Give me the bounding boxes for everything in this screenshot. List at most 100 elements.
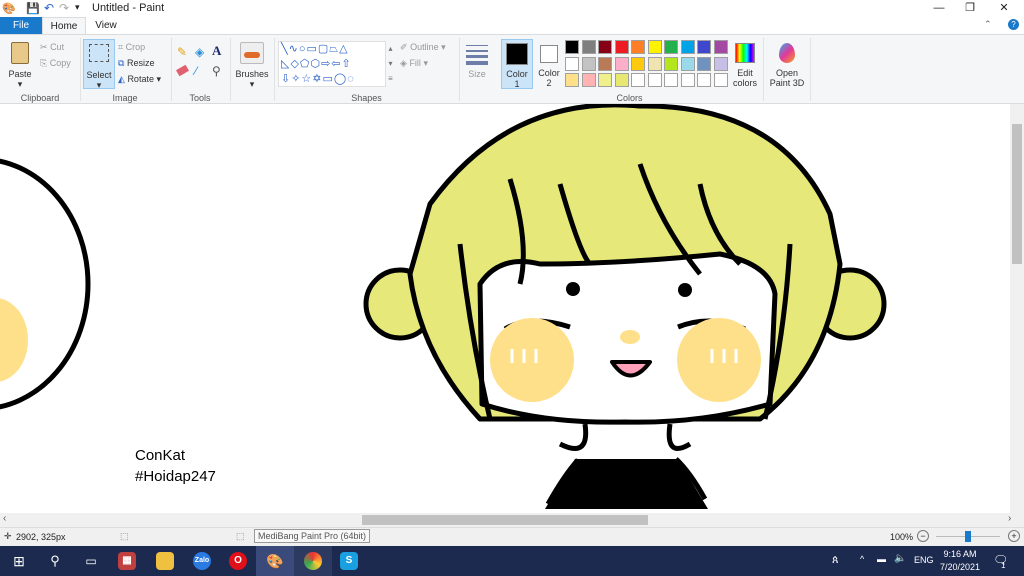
rotate-button[interactable]: ◭ Rotate ▾ (118, 74, 161, 85)
clock-time[interactable]: 9:16 AM (940, 549, 980, 559)
people-icon[interactable]: ጰ (832, 554, 839, 567)
palette-swatch[interactable] (680, 40, 695, 54)
palette-swatch[interactable] (664, 40, 678, 54)
color-picker-icon[interactable]: ⁄ (195, 64, 197, 78)
palette-swatch[interactable] (565, 56, 579, 71)
palette-swatch[interactable] (614, 73, 629, 87)
cut-button[interactable]: ✂ Cut (40, 42, 64, 53)
palette-swatch[interactable] (664, 73, 678, 87)
size-button[interactable]: Size (463, 39, 491, 89)
fill-button[interactable]: ◈ Fill ▾ (400, 58, 428, 69)
save-icon[interactable]: 💾 (26, 2, 40, 15)
brush-icon (240, 42, 264, 64)
tab-home[interactable]: Home (42, 17, 86, 34)
zoom-in-button[interactable]: + (1008, 530, 1020, 542)
palette-swatch[interactable] (647, 56, 662, 71)
palette-swatch[interactable] (713, 73, 728, 87)
resize-button[interactable]: ⧉ Resize (118, 58, 154, 69)
magnifier-icon[interactable]: ⚲ (212, 64, 221, 78)
palette-swatch[interactable] (581, 56, 596, 71)
tab-file[interactable]: File (0, 17, 42, 34)
palette-swatch[interactable] (631, 40, 645, 54)
color1-button[interactable]: Color 1 (501, 39, 533, 89)
copy-button[interactable]: ⎘ Copy (40, 58, 71, 69)
taskbar-zalo[interactable]: Zalo (183, 546, 221, 576)
edit-colors-button[interactable]: Edit colors (731, 39, 759, 89)
chrome-icon (304, 552, 322, 570)
palette-swatch[interactable] (647, 73, 662, 87)
show-hidden-icons[interactable]: ^ (860, 554, 864, 564)
task-view-button[interactable]: ▭ (72, 546, 110, 576)
undo-icon[interactable]: ↶ (44, 1, 54, 15)
help-icon[interactable]: ? (1008, 19, 1019, 30)
search-button[interactable]: ⚲ (36, 546, 74, 576)
brushes-button[interactable]: Brushes ▾ (234, 39, 270, 89)
language-indicator[interactable]: ENG (914, 555, 934, 565)
taskbar-file-explorer[interactable] (146, 546, 184, 576)
palette-swatch[interactable] (581, 40, 596, 54)
palette-swatch[interactable] (697, 56, 711, 71)
scroll-left-arrow[interactable]: ‹ (3, 513, 6, 524)
open-paint3d-button[interactable]: Open Paint 3D (767, 39, 807, 89)
palette-swatch[interactable] (697, 40, 711, 54)
palette-swatch[interactable] (565, 73, 579, 87)
taskbar-store[interactable]: ▦ (108, 546, 146, 576)
start-button[interactable]: ⊞ (0, 546, 38, 576)
customize-qat-icon[interactable]: ▾ (75, 2, 80, 13)
notification-count: 1 (1001, 561, 1006, 570)
palette-swatch[interactable] (565, 40, 579, 54)
palette-swatch[interactable] (598, 40, 612, 54)
cursor-position-icon: ✛ (4, 531, 12, 541)
palette-swatch[interactable] (598, 56, 612, 71)
palette-swatch[interactable] (614, 56, 629, 71)
battery-icon[interactable]: ▬ (877, 554, 886, 564)
taskbar-opera[interactable]: O (219, 546, 257, 576)
palette-swatch[interactable] (697, 73, 711, 87)
palette-swatch[interactable] (713, 56, 728, 71)
palette-swatch[interactable] (631, 56, 645, 71)
clock-date[interactable]: 7/20/2021 (936, 562, 984, 572)
restore-button[interactable]: ❐ (955, 0, 985, 17)
minimize-button[interactable]: — (924, 0, 954, 17)
palette-swatch[interactable] (713, 40, 728, 54)
canvas-size-icon: ⬚ (236, 531, 245, 541)
taskbar-skype[interactable]: S (330, 546, 368, 576)
outline-button[interactable]: ✐ Outline ▾ (400, 42, 446, 53)
redo-icon[interactable]: ↷ (59, 1, 69, 15)
color2-button[interactable]: Color 2 (535, 39, 563, 89)
color2-label: Color (538, 68, 560, 78)
shapes-scroll[interactable]: ▴ ▾ ≡ (386, 41, 395, 87)
zoom-slider-thumb[interactable] (965, 531, 971, 542)
scroll-right-arrow[interactable]: › (1008, 513, 1011, 524)
horizontal-scrollbar[interactable]: ‹ › (0, 513, 1024, 527)
zoom-out-button[interactable]: − (917, 530, 929, 542)
palette-swatch[interactable] (680, 73, 695, 87)
egg-drawing (0, 158, 91, 410)
drawing-canvas[interactable]: ConKat #Hoidap247 (0, 104, 1010, 513)
palette-swatch[interactable] (664, 56, 678, 71)
horizontal-scroll-thumb[interactable] (362, 515, 648, 525)
crop-button[interactable]: ⌗ Crop (118, 42, 145, 53)
tab-view[interactable]: View (86, 17, 126, 34)
palette-swatch[interactable] (581, 73, 596, 87)
taskbar-chrome[interactable] (294, 546, 332, 576)
palette-swatch[interactable] (631, 73, 645, 87)
palette-swatch[interactable] (647, 40, 662, 54)
select-button[interactable]: Select ▾ (83, 39, 115, 90)
eraser-icon[interactable] (175, 64, 190, 77)
paste-button[interactable]: Paste ▾ (6, 39, 34, 89)
palette-swatch[interactable] (680, 56, 695, 71)
palette-swatch[interactable] (598, 73, 612, 87)
palette-swatch[interactable] (614, 40, 629, 54)
text-icon[interactable]: A (212, 43, 221, 59)
fill-bucket-icon[interactable]: ◈ (195, 45, 204, 59)
vertical-scrollbar[interactable] (1010, 104, 1024, 513)
shapes-gallery[interactable]: ╲∿○▭▢⏢△ ◺◇⬠⬡⇨⇦⇧ ⇩✧☆✡▭◯◌ (278, 41, 386, 87)
volume-icon[interactable]: 🔈 (894, 553, 906, 564)
vertical-scroll-thumb[interactable] (1012, 124, 1022, 264)
group-clipboard: Clipboard (20, 93, 60, 103)
close-button[interactable]: ✕ (989, 0, 1019, 17)
pencil-icon[interactable]: ✎ (177, 45, 187, 59)
collapse-ribbon-icon[interactable]: ⌃ (984, 19, 994, 29)
taskbar-paint[interactable]: 🎨 (256, 546, 294, 576)
